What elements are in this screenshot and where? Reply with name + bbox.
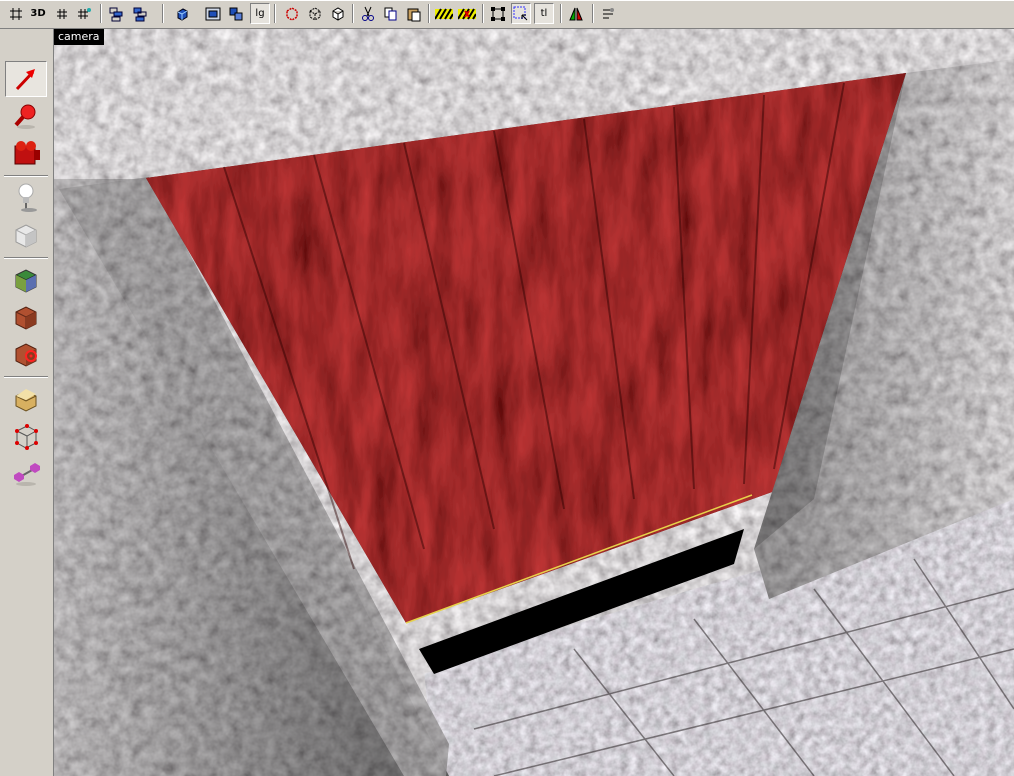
- select-arrow-tool-icon[interactable]: [5, 61, 47, 97]
- block-tool-icon[interactable]: [5, 217, 47, 253]
- camera-view-icon[interactable]: [203, 3, 223, 24]
- texture-lock-label: lg: [255, 8, 265, 19]
- camera-viewport[interactable]: camera: [54, 29, 1014, 776]
- toolbar-separator: [592, 4, 594, 23]
- view-3d-label: 3D: [30, 8, 46, 19]
- view-3d-icon[interactable]: 3D: [28, 3, 48, 24]
- texture-view-icon[interactable]: [226, 3, 246, 24]
- brush-solid-icon[interactable]: [328, 3, 348, 24]
- cut-icon[interactable]: [358, 3, 378, 24]
- toolbar-separator: [100, 4, 102, 23]
- settings-icon[interactable]: [598, 3, 618, 24]
- copy-icon[interactable]: [381, 3, 401, 24]
- magnify-tool-icon[interactable]: [5, 98, 47, 134]
- ungroup-icon[interactable]: [130, 3, 150, 24]
- select-region-icon[interactable]: [511, 3, 531, 24]
- text-tool-label: tl: [540, 8, 548, 19]
- toolbar-separator: [482, 4, 484, 23]
- toolbar-separator: [352, 4, 354, 23]
- grid-snap-icon[interactable]: [74, 3, 94, 24]
- brick-texture-tool-icon[interactable]: [5, 299, 47, 335]
- toolbox-separator: [4, 175, 48, 177]
- hazard-red-icon[interactable]: [457, 3, 477, 24]
- clip-tool-icon[interactable]: [5, 381, 47, 417]
- texture-apply-tool-icon[interactable]: [5, 262, 47, 298]
- tool-palette: [0, 29, 54, 776]
- toolbar-separator: [274, 4, 276, 23]
- vertex-manipulation-tool-icon[interactable]: [5, 418, 47, 454]
- main-toolbar: 3D lg tl: [0, 0, 1014, 29]
- cube-blue-icon[interactable]: [172, 3, 192, 24]
- toolbox-separator: [4, 257, 48, 259]
- texture-lock-icon[interactable]: lg: [250, 3, 270, 24]
- toolbox-separator: [4, 376, 48, 378]
- flip-icon[interactable]: [566, 3, 586, 24]
- brush-outline-icon[interactable]: [305, 3, 325, 24]
- grid-small-icon[interactable]: [52, 3, 72, 24]
- paste-icon[interactable]: [404, 3, 424, 24]
- group-icon[interactable]: [106, 3, 126, 24]
- light-entity-tool-icon[interactable]: [5, 180, 47, 216]
- toolbar-separator: [428, 4, 430, 23]
- grid-toggle-icon[interactable]: [6, 3, 26, 24]
- toolbar-separator: [162, 4, 164, 23]
- hazard-stripe-icon[interactable]: [434, 3, 454, 24]
- camera-tool-icon[interactable]: [5, 135, 47, 171]
- decal-tool-icon[interactable]: [5, 336, 47, 372]
- camera-scene: [54, 29, 1014, 776]
- vertex-edit-icon[interactable]: [488, 3, 508, 24]
- viewport-label: camera: [54, 29, 104, 45]
- path-tool-icon[interactable]: [5, 455, 47, 491]
- brush-red-icon[interactable]: [282, 3, 302, 24]
- toolbar-separator: [560, 4, 562, 23]
- text-tool-icon[interactable]: tl: [534, 3, 554, 24]
